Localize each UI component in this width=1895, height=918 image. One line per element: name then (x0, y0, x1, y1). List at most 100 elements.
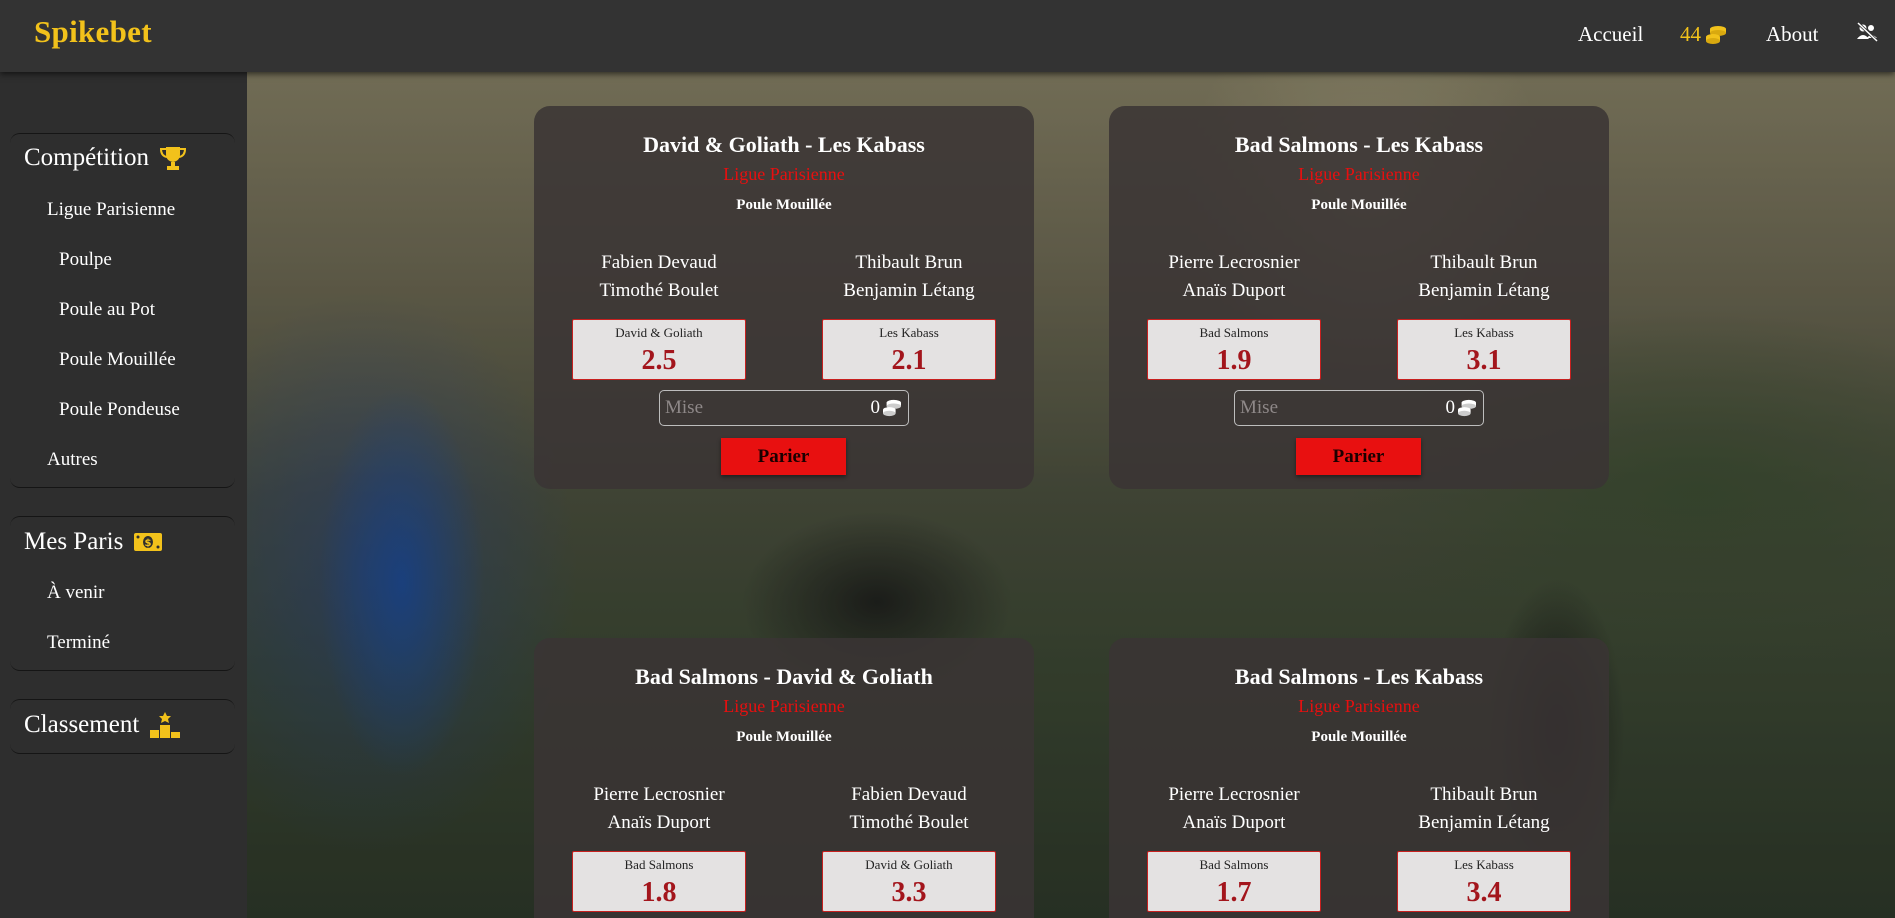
player-name: Anaïs Duport (1182, 812, 1286, 833)
odd-team-name: Les Kabass (1454, 325, 1514, 340)
stake-amount: 0 (1445, 397, 1456, 418)
coins-icon (883, 399, 901, 417)
match-title: Bad Salmons - Les Kabass (1234, 664, 1484, 689)
coins-icon (1458, 399, 1476, 417)
odd-team1-button[interactable]: Bad Salmons 1.8 (572, 851, 746, 912)
match-card: Bad Salmons - Les Kabass Ligue Parisienn… (1109, 638, 1609, 918)
odd-team1-button[interactable]: David & Goliath 2.5 (572, 319, 746, 380)
odd-value: 1.9 (1216, 345, 1252, 376)
match-card: Bad Salmons - Les Kabass Ligue Parisienn… (1109, 106, 1609, 489)
player-name: Benjamin Létang (1418, 812, 1550, 833)
sidebar-competition-title[interactable]: Compétition (24, 144, 187, 172)
sidebar-item-termine[interactable]: Terminé (47, 632, 110, 654)
nav-home-link[interactable]: Accueil (1578, 22, 1643, 47)
stake-input[interactable] (1240, 395, 1430, 421)
match-title: David & Goliath - Les Kabass (643, 132, 925, 157)
background-photo (247, 72, 1895, 918)
stake-amount: 0 (870, 397, 881, 418)
team2-players: Thibault Brun Benjamin Létang (1384, 781, 1584, 837)
sidebar-item-a-venir[interactable]: À venir (47, 582, 105, 604)
odd-team-name: Bad Salmons (1199, 857, 1269, 872)
match-pool: Poule Mouillée (1311, 729, 1407, 745)
odd-team-name: David & Goliath (865, 857, 953, 872)
match-league[interactable]: Ligue Parisienne (1109, 164, 1609, 185)
top-navbar: Spikebet Accueil 44 About (0, 0, 1895, 72)
sidebar-bets-label: Mes Paris (24, 528, 124, 555)
odd-value: 3.4 (1466, 877, 1502, 908)
coin-balance-value: 44 (1680, 22, 1701, 46)
odd-team-name: Bad Salmons (1199, 325, 1269, 340)
odd-team2-button[interactable]: Les Kabass 2.1 (822, 319, 996, 380)
podium-icon (150, 712, 181, 738)
odd-value: 1.7 (1216, 877, 1252, 908)
money-bill-icon: $ (134, 533, 163, 551)
trophy-icon (159, 147, 187, 170)
match-title: Bad Salmons - Les Kabass (1234, 132, 1484, 157)
odd-team1-button[interactable]: Bad Salmons 1.7 (1147, 851, 1321, 912)
odd-team-name: Bad Salmons (624, 857, 694, 872)
player-name: Thibault Brun (1430, 252, 1538, 273)
nav-about-link[interactable]: About (1766, 22, 1819, 47)
sidebar: Compétition Ligue Parisienne Poulpe Poul… (0, 72, 247, 918)
player-name: Anaïs Duport (1182, 280, 1286, 301)
match-league[interactable]: Ligue Parisienne (534, 164, 1034, 185)
team2-players: Thibault Brun Benjamin Létang (1384, 249, 1584, 305)
odd-team1-button[interactable]: Bad Salmons 1.9 (1147, 319, 1321, 380)
team1-players: Pierre Lecrosnier Anaïs Duport (559, 781, 759, 837)
odd-team-name: Les Kabass (1454, 857, 1514, 872)
team2-players: Fabien Devaud Timothé Boulet (809, 781, 1009, 837)
match-card: David & Goliath - Les Kabass Ligue Paris… (534, 106, 1034, 489)
odd-value: 3.3 (891, 877, 927, 908)
player-name: Timothé Boulet (849, 812, 969, 833)
sidebar-item-poule-mouillee[interactable]: Poule Mouillée (59, 349, 176, 371)
sidebar-item-autres[interactable]: Autres (47, 449, 98, 471)
team1-players: Fabien Devaud Timothé Boulet (559, 249, 759, 305)
coin-balance[interactable]: 44 (1680, 22, 1727, 47)
match-pool: Poule Mouillée (736, 729, 832, 745)
odd-team-name: David & Goliath (615, 325, 703, 340)
odd-value: 2.1 (891, 345, 927, 376)
player-name: Pierre Lecrosnier (1168, 784, 1300, 805)
player-name: Thibault Brun (1430, 784, 1538, 805)
team1-players: Pierre Lecrosnier Anaïs Duport (1134, 249, 1334, 305)
stake-field: 0 (1234, 390, 1484, 426)
sidebar-item-poulpe[interactable]: Poulpe (59, 249, 112, 271)
sidebar-item-poule-pondeuse[interactable]: Poule Pondeuse (59, 399, 180, 421)
player-name: Pierre Lecrosnier (593, 784, 725, 805)
match-card: Bad Salmons - David & Goliath Ligue Pari… (534, 638, 1034, 918)
player-name: Benjamin Létang (1418, 280, 1550, 301)
stake-input[interactable] (665, 395, 855, 421)
odd-team-name: Les Kabass (879, 325, 939, 340)
odd-value: 1.8 (641, 877, 677, 908)
sidebar-ranking-label: Classement (24, 711, 140, 738)
player-name: Fabien Devaud (851, 784, 967, 805)
player-name: Fabien Devaud (601, 252, 717, 273)
match-pool: Poule Mouillée (736, 197, 832, 213)
sidebar-item-ligue-parisienne[interactable]: Ligue Parisienne (47, 199, 175, 221)
sidebar-bets-title[interactable]: Mes Paris $ (24, 528, 163, 556)
place-bet-button[interactable]: Parier (721, 438, 846, 475)
player-name: Thibault Brun (855, 252, 963, 273)
odd-team2-button[interactable]: Les Kabass 3.4 (1397, 851, 1571, 912)
stake-field: 0 (659, 390, 909, 426)
odd-value: 2.5 (641, 345, 677, 376)
sidebar-competition-label: Compétition (24, 144, 149, 171)
player-name: Pierre Lecrosnier (1168, 252, 1300, 273)
svg-text:$: $ (145, 538, 152, 549)
team2-players: Thibault Brun Benjamin Létang (809, 249, 1009, 305)
team1-players: Pierre Lecrosnier Anaïs Duport (1134, 781, 1334, 837)
odd-value: 3.1 (1466, 345, 1502, 376)
coins-icon (1706, 25, 1726, 44)
brand-logo[interactable]: Spikebet (34, 14, 152, 50)
match-league[interactable]: Ligue Parisienne (1109, 696, 1609, 717)
player-name: Anaïs Duport (607, 812, 711, 833)
match-league[interactable]: Ligue Parisienne (534, 696, 1034, 717)
users-slash-icon[interactable] (1856, 22, 1878, 42)
odd-team2-button[interactable]: Les Kabass 3.1 (1397, 319, 1571, 380)
match-pool: Poule Mouillée (1311, 197, 1407, 213)
player-name: Benjamin Létang (843, 280, 975, 301)
odd-team2-button[interactable]: David & Goliath 3.3 (822, 851, 996, 912)
place-bet-button[interactable]: Parier (1296, 438, 1421, 475)
sidebar-ranking-title[interactable]: Classement (24, 711, 181, 739)
sidebar-item-poule-au-pot[interactable]: Poule au Pot (59, 299, 155, 321)
